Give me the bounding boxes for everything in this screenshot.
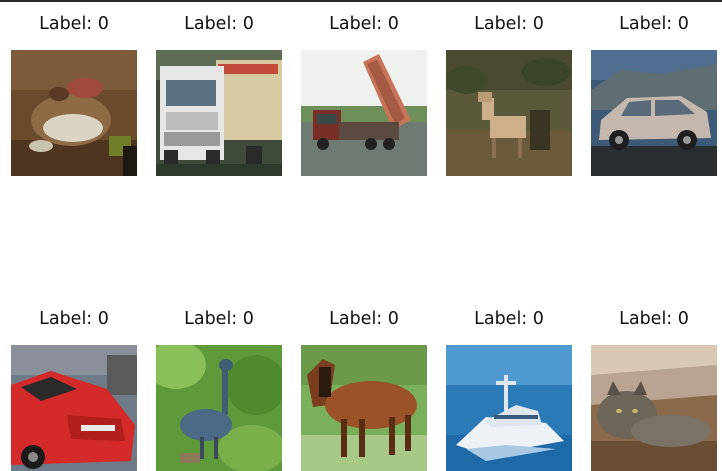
- image-label: Label: 0: [619, 14, 689, 34]
- grid-cell-9: Label: 0: [446, 305, 572, 471]
- grid-cell-3: Label: 0: [301, 10, 427, 176]
- bird-photo-icon: [156, 345, 282, 471]
- grid-cell-4: Label: 0: [446, 10, 572, 176]
- car-photo-icon: [591, 50, 717, 176]
- horse-photo-icon: [301, 345, 427, 471]
- image-label: Label: 0: [39, 14, 109, 34]
- grid-cell-6: Label: 0: [11, 305, 137, 471]
- grid-cell-5: Label: 0: [591, 10, 717, 176]
- red-car-photo-icon: [11, 345, 137, 471]
- frog-photo-icon: [11, 50, 137, 176]
- deer-photo-icon: [446, 50, 572, 176]
- truck-photo-icon: [156, 50, 282, 176]
- image-label: Label: 0: [184, 14, 254, 34]
- grid-cell-1: Label: 0: [11, 10, 137, 176]
- image-label: Label: 0: [329, 309, 399, 329]
- image-label: Label: 0: [474, 14, 544, 34]
- image-label: Label: 0: [184, 309, 254, 329]
- grid-cell-8: Label: 0: [301, 305, 427, 471]
- image-label: Label: 0: [474, 309, 544, 329]
- ship-photo-icon: [446, 345, 572, 471]
- image-label: Label: 0: [619, 309, 689, 329]
- cat-photo-icon: [591, 345, 717, 471]
- top-border: [0, 0, 722, 2]
- dump-truck-photo-icon: [301, 50, 427, 176]
- grid-cell-2: Label: 0: [156, 10, 282, 176]
- grid-cell-7: Label: 0: [156, 305, 282, 471]
- image-label: Label: 0: [329, 14, 399, 34]
- image-label: Label: 0: [39, 309, 109, 329]
- grid-cell-10: Label: 0: [591, 305, 717, 471]
